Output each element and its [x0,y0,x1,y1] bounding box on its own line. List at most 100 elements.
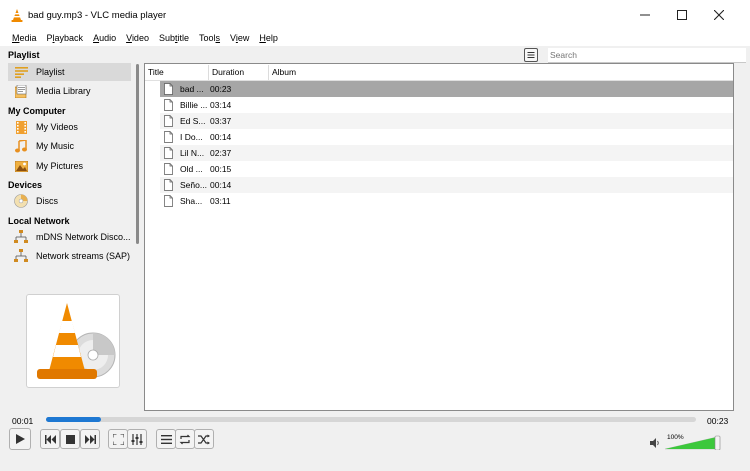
menu-audio[interactable]: Audio [93,33,116,43]
table-row[interactable]: bad ... 00:23 [160,81,733,97]
row-duration: 03:37 [210,116,232,126]
window-title: bad guy.mp3 - VLC media player [28,10,167,21]
table-row[interactable]: I Do... 00:14 [160,129,733,145]
section-devices: Devices [8,180,43,190]
close-icon [714,10,724,20]
sidebar-item-discs[interactable]: Discs [8,192,131,210]
loop-button[interactable] [175,429,195,449]
table-row[interactable]: Sha... 03:11 [160,193,733,209]
sidebar-item-label: My Videos [36,122,78,132]
previous-button[interactable] [40,429,60,449]
menu-media[interactable]: Media [12,33,37,43]
sidebar-item-label: My Music [36,141,74,151]
total-time: 00:23 [707,416,729,426]
toggle-playlist-button[interactable] [156,429,176,449]
file-icon [164,131,173,143]
list-view-icon [527,52,535,58]
album-art [26,294,120,388]
sidebar-item-media-library[interactable]: Media Library [8,82,131,100]
row-duration: 00:14 [210,180,232,190]
minimize-button[interactable] [627,0,663,30]
play-icon [16,434,25,444]
close-button[interactable] [701,0,737,30]
media-library-icon [14,84,28,98]
sidebar-item-my-videos[interactable]: My Videos [8,118,131,136]
table-row[interactable]: Billie ... 03:14 [160,97,733,113]
sidebar-item-label: Network streams (SAP) [36,251,131,261]
column-title[interactable]: Title [148,67,164,77]
menu-video[interactable]: Video [126,33,149,43]
play-button[interactable] [9,428,31,450]
column-separator[interactable] [268,65,269,80]
row-duration: 03:11 [210,196,231,206]
row-title: bad ... [180,84,204,94]
seek-progress [46,417,102,422]
column-separator[interactable] [208,65,209,80]
row-title: Lil N... [180,148,205,158]
row-title: Sha... [180,196,203,206]
search-input[interactable] [548,48,746,63]
sidebar-item-my-pictures[interactable]: My Pictures [8,157,131,175]
file-icon [164,83,173,95]
vlc-window: bad guy.mp3 - VLC media player Media Pla… [0,0,750,471]
elapsed-time: 00:01 [12,416,34,426]
sidebar-item-mdns[interactable]: mDNS Network Disco... [8,228,131,246]
table-row[interactable]: Lil N... 02:37 [160,145,733,161]
extended-settings-button[interactable] [127,429,147,449]
row-title: Billie ... [180,100,208,110]
row-duration: 03:14 [210,100,232,110]
maximize-button[interactable] [664,0,700,30]
menu-playback[interactable]: Playback [47,33,84,43]
shuffle-button[interactable] [194,429,214,449]
sidebar-item-label: Playlist [36,67,65,77]
row-title: Old ... [180,164,203,174]
fullscreen-button[interactable] [108,429,128,449]
row-duration: 00:23 [210,84,232,94]
volume-slider[interactable] [665,433,721,450]
disc-icon [14,194,28,208]
row-title: I Do... [180,132,203,142]
menu-view[interactable]: View [230,33,249,43]
menu-subtitle[interactable]: Subtitle [159,33,189,43]
file-icon [164,115,173,127]
row-title: Seño... [180,180,207,190]
network-icon [14,249,28,263]
table-row[interactable]: Ed S... 03:37 [160,113,733,129]
row-title: Ed S... [180,116,206,126]
sidebar-item-playlist[interactable]: Playlist [8,63,131,81]
table-row[interactable]: Seño... 00:14 [160,177,733,193]
title-bar: bad guy.mp3 - VLC media player [0,0,750,30]
sidebar-item-label: My Pictures [36,161,84,171]
sidebar-item-label: Discs [36,196,58,206]
network-icon [14,230,28,244]
row-duration: 00:14 [210,132,232,142]
equalizer-icon [131,433,143,445]
vlc-cone-disc-icon [37,303,116,379]
seek-slider[interactable] [46,417,696,422]
section-local-network: Local Network [8,216,70,226]
sidebar-item-network-streams[interactable]: Network streams (SAP) [8,247,131,265]
speaker-icon[interactable] [650,438,661,448]
playlist-icon [14,65,28,79]
file-icon [164,179,173,191]
menu-help[interactable]: Help [259,33,278,43]
next-button[interactable] [80,429,100,449]
column-duration[interactable]: Duration [212,67,244,77]
file-icon [164,99,173,111]
sidebar-scrollbar[interactable] [136,64,139,244]
column-album[interactable]: Album [272,67,296,77]
menu-bar: Media Playback Audio Video Subtitle Tool… [0,30,750,46]
file-icon [164,195,173,207]
minimize-icon [640,14,650,16]
table-row[interactable]: Old ... 00:15 [160,161,733,177]
vlc-cone-icon [11,9,23,22]
playlist-header: Title Duration Album [145,64,733,81]
maximize-icon [677,10,687,20]
menu-tools[interactable]: Tools [199,33,220,43]
music-note-icon [14,139,28,153]
shuffle-icon [198,434,210,444]
skip-forward-icon [84,434,96,444]
playlist-view-toggle-button[interactable] [524,48,538,62]
sidebar-item-my-music[interactable]: My Music [8,137,131,155]
stop-button[interactable] [60,429,80,449]
